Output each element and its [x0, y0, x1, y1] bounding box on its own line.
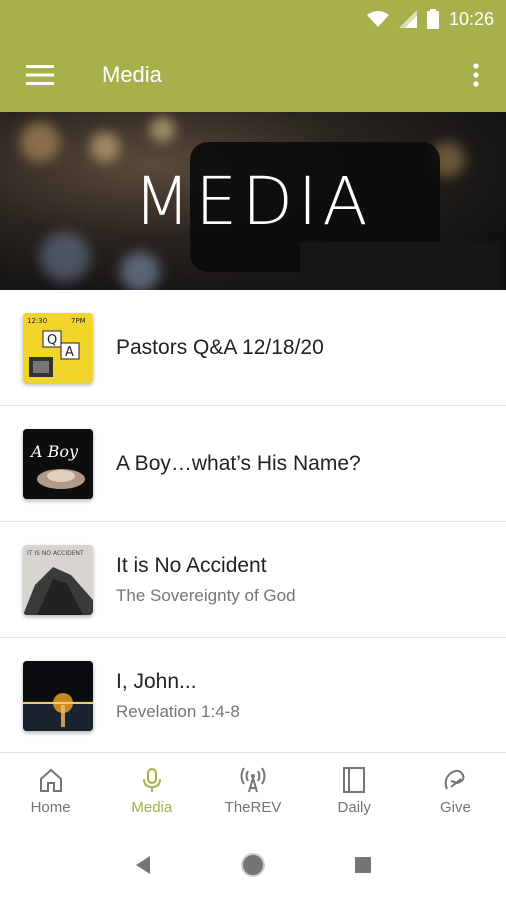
- media-list: 12:30 7PM Q A Pastors Q&A 12/18/20 A Boy: [0, 290, 506, 754]
- page-title: Media: [102, 62, 162, 87]
- hamburger-icon: [26, 65, 54, 85]
- thumbnail: IT IS NO ACCIDENT: [23, 544, 93, 615]
- system-navigation: [0, 830, 506, 900]
- list-item[interactable]: IT IS NO ACCIDENT It is No Accident The …: [0, 522, 506, 638]
- nav-home[interactable]: Home: [0, 753, 101, 830]
- thumbnail: 12:30 7PM Q A: [23, 312, 93, 383]
- svg-text:12:30: 12:30: [27, 317, 47, 325]
- recents-icon[interactable]: [354, 856, 372, 874]
- menu-button[interactable]: [0, 38, 80, 112]
- more-vert-icon: [473, 63, 479, 87]
- home-circle-icon[interactable]: [240, 852, 266, 878]
- item-subtitle: The Sovereignty of God: [116, 585, 296, 605]
- svg-text:7PM: 7PM: [71, 317, 86, 325]
- item-subtitle: Revelation 1:4-8: [116, 701, 240, 721]
- cell-signal-icon: [398, 10, 417, 28]
- svg-text:A: A: [65, 345, 74, 360]
- give-icon: [445, 769, 465, 790]
- broadcast-icon: [240, 767, 266, 793]
- home-icon: [39, 768, 62, 792]
- item-title: I, John...: [116, 669, 197, 693]
- list-item[interactable]: 12:30 7PM Q A Pastors Q&A 12/18/20: [0, 290, 506, 406]
- item-title: Pastors Q&A 12/18/20: [116, 335, 324, 359]
- nav-media[interactable]: Media: [101, 753, 202, 830]
- thumbnail: [23, 660, 93, 731]
- item-title: It is No Accident: [116, 553, 267, 577]
- bottom-navigation: Home Media TheREV Daily Give: [0, 752, 506, 830]
- item-title: A Boy…what’s His Name?: [116, 451, 361, 475]
- svg-text:IT IS NO ACCIDENT: IT IS NO ACCIDENT: [27, 550, 84, 557]
- app-bar: Media: [0, 38, 506, 112]
- hero-banner: MEDIA: [0, 112, 506, 290]
- nav-daily[interactable]: Daily: [304, 753, 405, 830]
- svg-text:A Boy: A Boy: [29, 442, 79, 461]
- hero-title: MEDIA: [133, 162, 373, 240]
- thumbnail: A Boy: [23, 428, 93, 499]
- wifi-icon: [366, 11, 389, 27]
- status-bar: 10:26: [0, 0, 506, 38]
- list-item[interactable]: I, John... Revelation 1:4-8: [0, 638, 506, 754]
- overflow-menu-button[interactable]: [446, 38, 506, 112]
- clock: 10:26: [448, 8, 494, 29]
- back-icon[interactable]: [134, 855, 152, 875]
- list-item[interactable]: A Boy A Boy…what’s His Name?: [0, 406, 506, 522]
- book-icon: [343, 767, 366, 793]
- battery-icon: [426, 9, 439, 29]
- svg-text:Q: Q: [47, 333, 57, 348]
- nav-give[interactable]: Give: [405, 753, 506, 830]
- microphone-icon: [142, 768, 161, 792]
- nav-therev[interactable]: TheREV: [202, 753, 303, 830]
